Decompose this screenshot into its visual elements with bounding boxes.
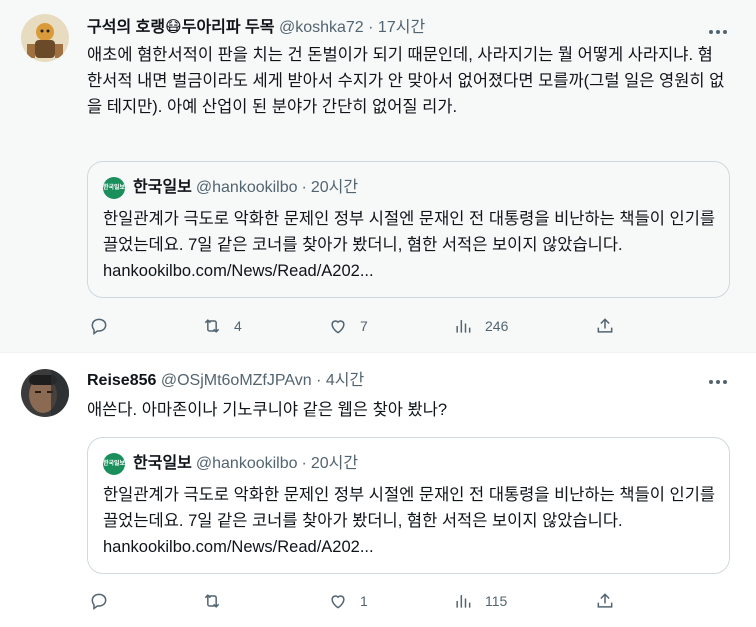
reply-icon bbox=[91, 593, 107, 610]
avatar[interactable] bbox=[21, 369, 69, 417]
separator-dot: · bbox=[368, 19, 374, 36]
tweet-header: 구석의 호랭😷두아리파 두목 @koshka72 · 17시간 bbox=[87, 18, 425, 38]
views-button[interactable]: 115 bbox=[453, 589, 507, 613]
heart-icon bbox=[331, 320, 345, 334]
hankookilbo-logo-icon: 한국일보 bbox=[103, 177, 125, 199]
separator-dot: · bbox=[301, 179, 307, 196]
user-handle[interactable]: @koshka72 bbox=[279, 19, 364, 36]
quote-timestamp: 20시간 bbox=[310, 455, 359, 472]
timestamp[interactable]: 4시간 bbox=[326, 372, 364, 389]
retweet-icon bbox=[204, 319, 220, 333]
views-button[interactable]: 246 bbox=[453, 314, 508, 338]
share-icon bbox=[597, 318, 613, 333]
hankookilbo-logo-icon: 한국일보 bbox=[103, 453, 125, 475]
avatar[interactable] bbox=[21, 14, 69, 62]
retweet-button[interactable]: 4 bbox=[202, 314, 242, 338]
quote-user-handle: @hankookilbo bbox=[195, 179, 298, 196]
quoted-tweet[interactable]: 한국일보 한국일보 @hankookilbo · 20시간 한일관계가 극도로 … bbox=[87, 161, 730, 298]
retweet-icon bbox=[204, 594, 220, 608]
tweet-text: 애쓴다. 아마존이나 기노쿠니야 같은 웹은 찾아 봤나? bbox=[87, 401, 448, 419]
quote-header: 한국일보 한국일보 @hankookilbo · 20시간 bbox=[103, 453, 358, 475]
action-bar: 4 7 246 bbox=[87, 314, 727, 338]
timestamp[interactable]: 17시간 bbox=[378, 19, 425, 36]
view-count: 115 bbox=[485, 593, 508, 609]
views-chart-icon bbox=[456, 595, 471, 608]
more-options-icon[interactable] bbox=[708, 372, 728, 392]
quote-timestamp: 20시간 bbox=[310, 179, 359, 196]
quote-display-name: 한국일보 bbox=[133, 179, 192, 196]
like-button[interactable]: 1 bbox=[328, 589, 368, 613]
heart-icon bbox=[331, 595, 345, 609]
separator-dot: · bbox=[301, 455, 307, 472]
tweet[interactable]: Reise856 @OSjMt6oMZfJPAvn · 4시간 애쓴다. 아마존… bbox=[0, 353, 756, 627]
reply-button[interactable] bbox=[89, 314, 121, 338]
separator-dot: · bbox=[316, 372, 322, 389]
retweet-count: 4 bbox=[234, 318, 242, 334]
view-count: 246 bbox=[485, 318, 509, 334]
share-icon bbox=[597, 593, 613, 608]
tweet[interactable]: 구석의 호랭😷두아리파 두목 @koshka72 · 17시간 애초에 혐한서적… bbox=[0, 0, 756, 353]
share-button[interactable] bbox=[595, 314, 615, 338]
views-chart-icon bbox=[456, 320, 471, 333]
tweet-header: Reise856 @OSjMt6oMZfJPAvn · 4시간 bbox=[87, 371, 364, 391]
more-options-icon[interactable] bbox=[708, 22, 728, 42]
quote-display-name: 한국일보 bbox=[133, 455, 192, 472]
reply-icon bbox=[91, 318, 107, 335]
retweet-button[interactable] bbox=[202, 589, 234, 613]
like-count: 7 bbox=[360, 318, 368, 334]
quoted-tweet[interactable]: 한국일보 한국일보 @hankookilbo · 20시간 한일관계가 극도로 … bbox=[87, 437, 730, 574]
user-handle[interactable]: @OSjMt6oMZfJPAvn bbox=[161, 372, 312, 389]
share-button[interactable] bbox=[595, 589, 615, 613]
tweet-text: 애초에 혐한서적이 판을 치는 건 돈벌이가 되기 때문인데, 사라지기는 뭘 … bbox=[87, 46, 725, 116]
display-name[interactable]: Reise856 bbox=[87, 372, 156, 389]
quote-text: 한일관계가 극도로 악화한 문제인 정부 시절엔 문재인 전 대통령을 비난하는… bbox=[103, 486, 716, 556]
display-name[interactable]: 구석의 호랭😷두아리파 두목 bbox=[87, 19, 275, 36]
action-bar: 1 115 bbox=[87, 589, 727, 613]
quote-header: 한국일보 한국일보 @hankookilbo · 20시간 bbox=[103, 177, 358, 199]
like-button[interactable]: 7 bbox=[328, 314, 368, 338]
reply-button[interactable] bbox=[89, 589, 121, 613]
like-count: 1 bbox=[360, 593, 368, 609]
quote-user-handle: @hankookilbo bbox=[195, 455, 298, 472]
quote-text: 한일관계가 극도로 악화한 문제인 정부 시절엔 문재인 전 대통령을 비난하는… bbox=[103, 210, 716, 280]
